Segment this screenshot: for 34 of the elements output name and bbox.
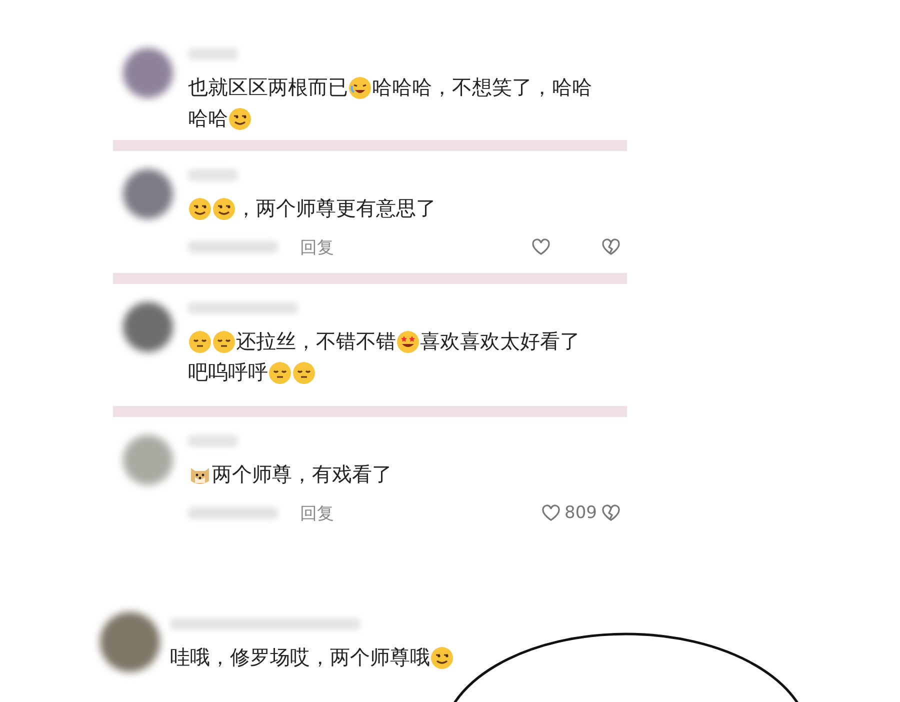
avatar[interactable] [123,48,173,98]
blurred-username [188,48,238,60]
reply-link[interactable]: 回复 [300,236,334,258]
comment-text: ，两个师尊更有意思了 [236,195,436,222]
comment-text: 吧呜呼呼 [188,359,268,386]
avatar[interactable] [123,169,173,219]
comment-text: 哈哈 [188,105,228,132]
broken-heart-icon[interactable] [601,238,621,256]
emoji-icon [212,196,236,220]
emoji-icon [430,646,454,670]
like-count: 809 [564,503,597,523]
comment-text: 哇哦，修罗场哎，两个师尊哦 [170,644,430,671]
broken-heart-icon[interactable] [601,504,621,522]
heart-icon[interactable] [540,504,561,522]
comment-text: 哈哈哈，不想笑了，哈哈 [372,74,592,101]
emoji-icon [228,106,252,130]
blurred-username [188,435,238,447]
emoji-icon [188,330,212,354]
comment-text: 两个师尊，有戏看了 [212,461,392,488]
avatar[interactable] [123,435,173,485]
emoji-icon [188,196,212,220]
comment-text: 喜欢喜欢太好看了 [420,328,580,355]
emoji-icon [268,360,292,384]
emoji-icon [348,76,372,100]
emoji-icon [212,330,236,354]
emoji-icon [292,360,316,384]
emoji-icon [396,330,420,354]
avatar[interactable] [123,302,173,352]
comment-text: 还拉丝，不错不错 [236,328,396,355]
blurred-username [188,169,238,181]
comment-text: 也就区区两根而已 [188,74,348,101]
avatar[interactable] [100,612,160,672]
heart-icon[interactable] [531,238,551,256]
reply-link[interactable]: 回复 [300,502,334,524]
